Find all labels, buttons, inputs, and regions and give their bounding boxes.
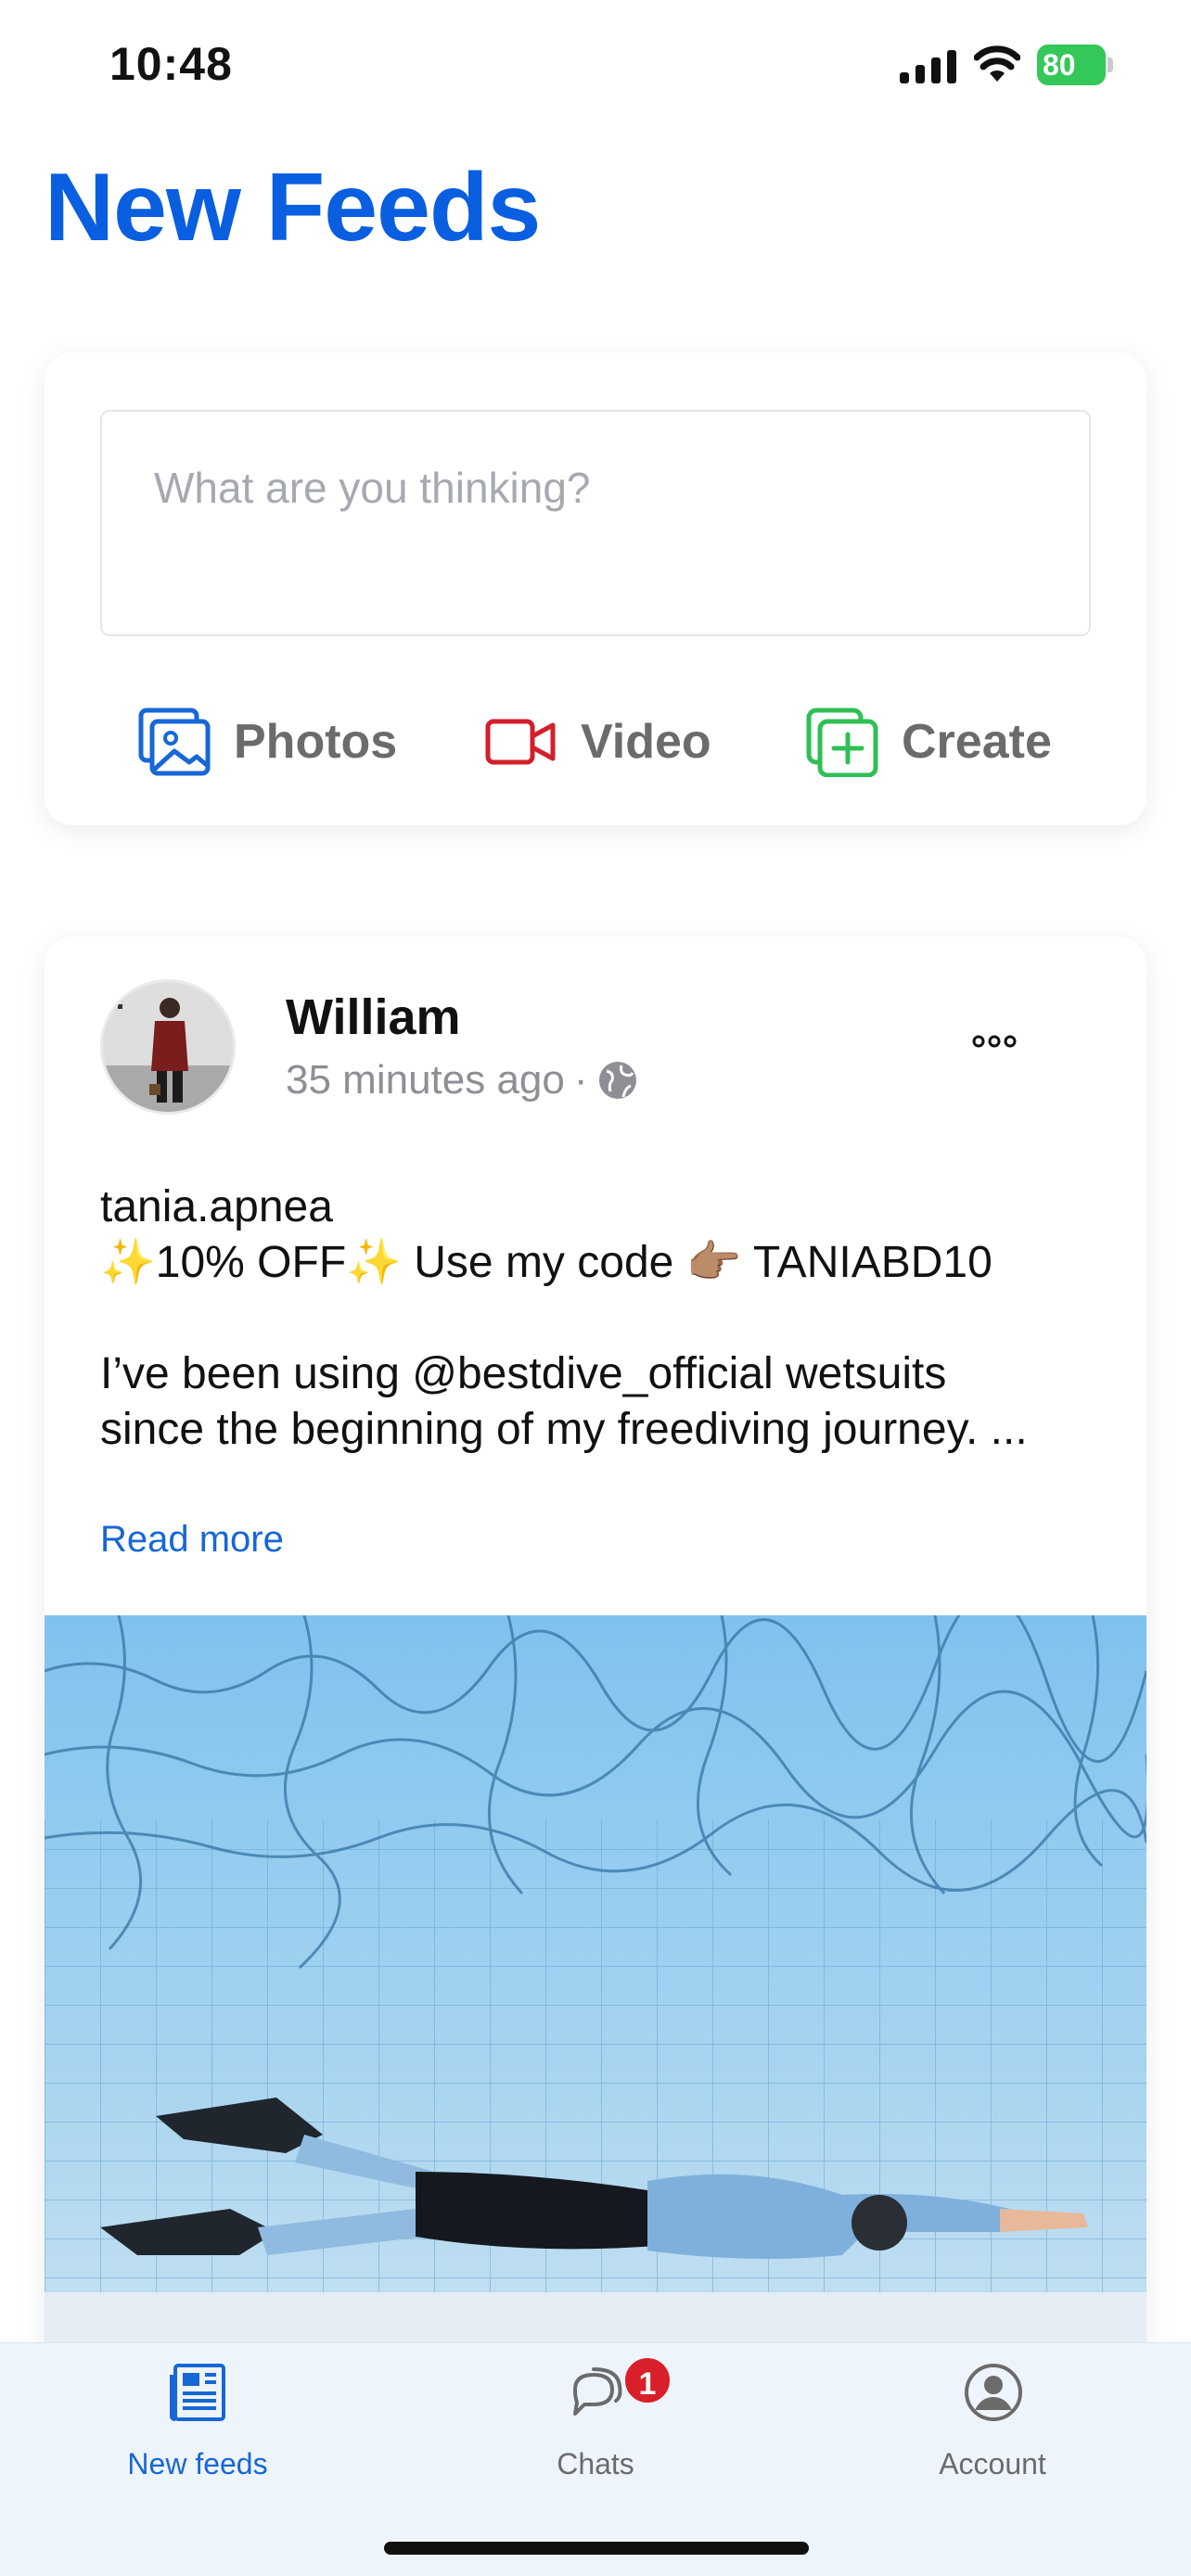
- photos-label: Photos: [234, 715, 398, 769]
- meta-separator: ·: [573, 1057, 588, 1103]
- tab-label: Account: [939, 2447, 1046, 2480]
- account-icon: [965, 2364, 1022, 2421]
- tab-chats[interactable]: 1 Chats: [456, 2343, 735, 2510]
- video-button[interactable]: Video: [484, 691, 711, 793]
- cellular-signal-icon: [900, 50, 956, 83]
- newspaper-icon: [170, 2364, 225, 2421]
- battery-icon: 80: [1037, 45, 1113, 85]
- video-label: Video: [581, 715, 711, 769]
- chat-bubbles-icon: [573, 2367, 622, 2416]
- post-line: I’ve been using @bestdive_official wetsu…: [100, 1349, 947, 1398]
- status-time: 10:48: [109, 38, 233, 90]
- tab-account[interactable]: Account: [853, 2343, 1132, 2510]
- globe-icon: [598, 1062, 636, 1099]
- avatar-figure-icon: [103, 982, 233, 1112]
- chats-unread-badge: 1: [621, 2354, 673, 2406]
- post-image[interactable]: [45, 1591, 1146, 2357]
- photos-icon: [138, 708, 211, 776]
- battery-level: 80: [1037, 45, 1106, 85]
- composer-input[interactable]: What are you thinking?: [100, 410, 1091, 636]
- post-card: William 35 minutes ago · tania.apnea ✨10…: [45, 937, 1146, 2420]
- author-avatar[interactable]: [100, 979, 236, 1115]
- post-author[interactable]: William: [286, 988, 461, 1046]
- post-line: ✨10% OFF✨ Use my code 👉🏽 TANIABD10: [100, 1238, 992, 1287]
- freediver-photo: [45, 1591, 1146, 2357]
- post-line: tania.apnea: [100, 1182, 333, 1231]
- post-meta: 35 minutes ago ·: [286, 1057, 638, 1103]
- bottom-tab-bar: New feeds 1 Chats Account: [0, 2342, 1191, 2576]
- create-icon: [806, 708, 878, 777]
- read-more-link[interactable]: Read more: [100, 1519, 284, 1561]
- status-bar: 10:48 80: [0, 0, 1191, 139]
- battery-cap: [1108, 57, 1113, 72]
- composer-actions: Photos Video Create: [45, 691, 1146, 793]
- tab-label: New feeds: [127, 2447, 268, 2480]
- tab-label: Chats: [557, 2447, 634, 2480]
- photos-button[interactable]: Photos: [137, 691, 397, 793]
- video-icon: [485, 719, 556, 765]
- composer-card: What are you thinking? Photos Video Crea…: [45, 352, 1146, 825]
- post-time: 35 minutes ago: [286, 1057, 565, 1103]
- page-title: New Feeds: [45, 154, 541, 261]
- create-button[interactable]: Create: [805, 691, 1052, 793]
- more-options-icon[interactable]: [972, 1035, 1017, 1048]
- post-line: since the beginning of my freediving jou…: [100, 1405, 1028, 1454]
- post-text: tania.apnea ✨10% OFF✨ Use my code 👉🏽 TAN…: [100, 1180, 1102, 1458]
- create-label: Create: [902, 715, 1052, 769]
- wifi-icon: [974, 45, 1020, 82]
- home-indicator[interactable]: [384, 2542, 809, 2555]
- tab-new-feeds[interactable]: New feeds: [58, 2343, 337, 2510]
